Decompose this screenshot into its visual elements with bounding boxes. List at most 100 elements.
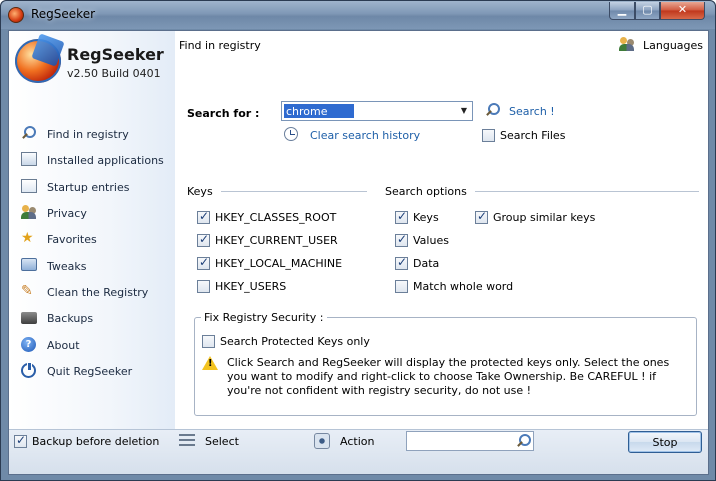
select-button[interactable]: Select [179,433,239,449]
app-icon [8,7,24,23]
warning-icon: ! [202,356,218,370]
checkbox-box[interactable] [475,209,488,224]
sidebar-item-label: Privacy [47,206,87,220]
backup-before-deletion-checkbox[interactable]: Backup before deletion [14,433,159,448]
sidebar-item-installed-applications[interactable]: Installed applications [21,150,171,170]
keys-heading-label: Keys [187,185,213,198]
languages-label: Languages [643,38,704,52]
sidebar-item-favorites[interactable]: ★ Favorites [21,229,171,249]
sidebar-item-privacy[interactable]: Privacy [21,203,171,223]
sidebar-item-quit-regseeker[interactable]: Quit RegSeeker [21,361,171,381]
checkbox-label: Values [413,234,449,247]
search-icon [21,126,39,142]
minimize-button[interactable]: ▁ [609,2,635,20]
checkbox-box[interactable] [482,129,495,142]
title-bar[interactable]: RegSeeker ▁ ▢ ✕ [1,1,715,29]
client-area: RegSeeker v2.50 Build 0401 Find in regis… [8,30,709,475]
sidebar-item-clean-the-registry[interactable]: ✎ Clean the Registry [21,282,171,302]
sidebar-item-find-in-registry[interactable]: Find in registry [21,124,171,144]
option-data-checkbox[interactable]: Data [395,255,440,270]
search-options-heading-label: Search options [385,185,467,198]
checkbox-box[interactable] [202,335,215,348]
clear-search-history-link[interactable]: Clear search history [284,127,420,143]
close-button[interactable]: ✕ [660,2,705,20]
search-files-label: Search Files [500,129,566,142]
maximize-button[interactable]: ▢ [635,2,660,20]
search-button-label: Search ! [509,104,555,118]
warning-text: Click Search and RegSeeker will display … [227,356,670,397]
checkbox-label: HKEY_CURRENT_USER [215,234,338,247]
sidebar: RegSeeker v2.50 Build 0401 Find in regis… [9,31,175,429]
checkbox-label: Search Protected Keys only [220,335,370,348]
sidebar-item-tweaks[interactable]: Tweaks [21,256,171,276]
sidebar-item-label: Tweaks [47,259,87,273]
checkbox-label: HKEY_LOCAL_MACHINE [215,257,343,270]
checkbox-label: Data [413,257,440,270]
stop-button[interactable]: Stop [628,431,702,453]
sidebar-item-label: Clean the Registry [47,285,149,299]
sidebar-item-label: About [47,338,80,352]
search-options-group-heading: Search options [385,185,699,198]
star-icon: ★ [21,230,34,246]
option-match-whole-word-checkbox[interactable]: Match whole word [395,280,513,293]
sidebar-item-label: Find in registry [47,127,129,141]
app-window: RegSeeker ▁ ▢ ✕ RegSeeker v2.50 Build 04… [0,0,716,481]
applications-icon [21,152,39,168]
divider [474,191,699,192]
search-icon [485,103,503,119]
languages-button[interactable]: Languages [619,37,703,53]
group-similar-keys-checkbox[interactable]: Group similar keys [475,209,595,224]
checkbox-box[interactable] [14,433,27,448]
checkbox-box[interactable] [197,209,210,224]
clock-icon [284,127,302,143]
people-icon [619,37,637,53]
backup-icon [21,310,39,326]
hkey-current-user-checkbox[interactable]: HKEY_CURRENT_USER [197,232,338,247]
option-values-checkbox[interactable]: Values [395,232,449,247]
sidebar-item-label: Startup entries [47,180,130,194]
option-keys-checkbox[interactable]: Keys [395,209,439,224]
tweaks-icon [21,258,39,274]
checkbox-label: HKEY_USERS [215,280,287,293]
divider [220,191,367,192]
checkbox-box[interactable] [395,255,408,270]
window-title: RegSeeker [31,7,96,21]
sidebar-item-backups[interactable]: Backups [21,308,171,328]
clear-history-label: Clear search history [310,128,421,142]
checkbox-box[interactable] [197,280,210,293]
hkey-classes-root-checkbox[interactable]: HKEY_CLASSES_ROOT [197,209,336,224]
checkbox-label: Keys [413,211,439,224]
checkbox-label: Match whole word [413,280,514,293]
sidebar-item-label: Installed applications [47,153,164,167]
sidebar-item-startup-entries[interactable]: Startup entries [21,177,171,197]
filter-input[interactable] [409,434,509,448]
search-combobox[interactable]: ▼ [281,101,473,121]
search-protected-keys-checkbox[interactable]: Search Protected Keys only [202,335,370,348]
hkey-users-checkbox[interactable]: HKEY_USERS [197,280,286,293]
checkbox-box[interactable] [395,232,408,247]
clean-icon: ✎ [21,283,33,299]
search-input[interactable] [284,104,354,118]
filter-search-box[interactable] [406,431,534,451]
keys-group-heading: Keys [187,185,367,198]
chevron-down-icon[interactable]: ▼ [456,102,472,120]
checkbox-box[interactable] [197,232,210,247]
select-label: Select [205,434,239,448]
checkbox-box[interactable] [197,255,210,270]
search-icon[interactable] [516,434,531,448]
search-button[interactable]: Search ! [485,103,555,119]
privacy-icon [21,205,39,221]
action-button[interactable]: Action [314,433,374,449]
startup-icon [21,179,39,195]
fix-registry-security-legend: Fix Registry Security : [201,311,327,324]
action-icon [314,433,332,449]
search-files-checkbox[interactable]: Search Files [482,129,565,142]
hkey-local-machine-checkbox[interactable]: HKEY_LOCAL_MACHINE [197,255,343,270]
regseeker-logo-icon [15,39,61,83]
checkbox-box[interactable] [395,280,408,293]
checkbox-box[interactable] [395,209,408,224]
action-label: Action [340,434,375,448]
quit-icon [21,362,39,379]
sidebar-item-label: Quit RegSeeker [47,364,133,378]
sidebar-item-about[interactable]: ? About [21,335,171,355]
